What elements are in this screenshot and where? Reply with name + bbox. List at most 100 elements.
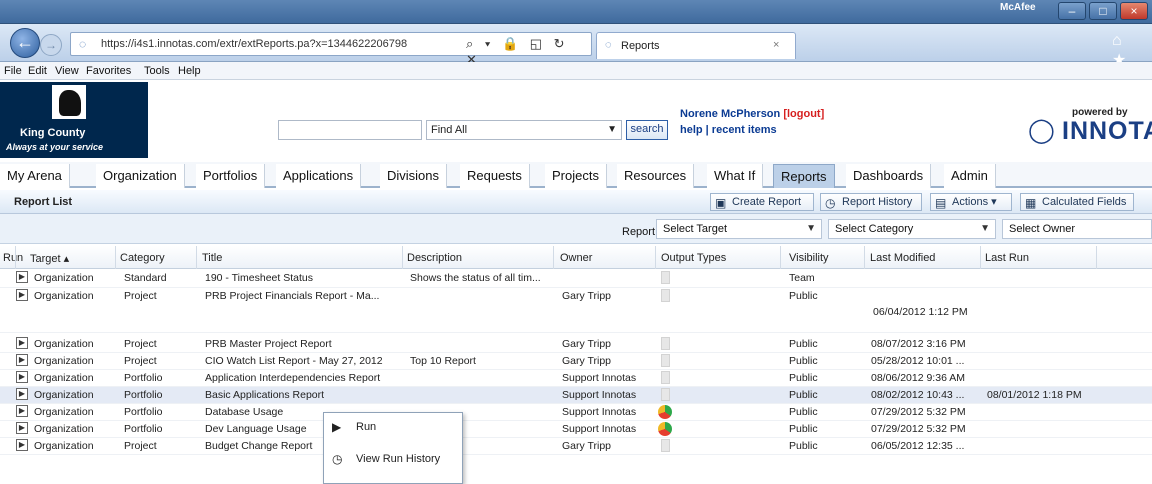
org-tagline: Always at your service xyxy=(6,142,104,152)
search-scope-select[interactable]: Find All ▼ xyxy=(426,120,622,140)
chevron-down-icon: ▼ xyxy=(806,223,816,234)
column-title[interactable]: Title xyxy=(202,252,222,264)
column-owner[interactable]: Owner xyxy=(560,252,592,264)
portrait-icon xyxy=(52,85,86,119)
run-icon[interactable]: ▶ xyxy=(16,271,28,283)
chevron-down-icon: ▼ xyxy=(980,223,990,234)
tab-resources[interactable]: Resources xyxy=(617,164,695,188)
column-target[interactable]: Target ▴ xyxy=(30,252,69,265)
global-search-input[interactable] xyxy=(278,120,422,140)
tab-my-arena[interactable]: My Arena xyxy=(0,164,70,188)
tab-close-icon[interactable]: × xyxy=(773,39,779,51)
table-row[interactable]: ▶ Organization Portfolio Application Int… xyxy=(0,370,1152,387)
table-row[interactable]: ▶ Organization Portfolio Basic Applicati… xyxy=(0,387,1152,404)
title-cell[interactable]: PRB Project Financials Report - Ma... xyxy=(205,290,379,302)
column-run[interactable]: Run xyxy=(3,252,23,264)
table-row[interactable]: ▶ Organization Standard 190 - Timesheet … xyxy=(0,270,1152,288)
chevron-down-icon: ▼ xyxy=(607,124,617,135)
menu-favorites[interactable]: Favorites xyxy=(86,65,131,77)
tab-projects[interactable]: Projects xyxy=(545,164,607,188)
target-cell: Organization xyxy=(34,338,94,350)
report-history-button[interactable]: ◷ Report History xyxy=(820,193,922,211)
mcafee-label: McAfee xyxy=(1000,2,1036,13)
table-row[interactable]: ▶ Organization Project CIO Watch List Re… xyxy=(0,353,1152,370)
help-recent-links[interactable]: help | recent items xyxy=(680,124,777,136)
owner-select[interactable]: Select Owner xyxy=(1002,219,1152,239)
title-cell[interactable]: Database Usage xyxy=(205,406,283,418)
title-cell[interactable]: Application Interdependencies Report xyxy=(205,372,380,384)
target-select[interactable]: Select Target ▼ xyxy=(656,219,822,239)
title-cell[interactable]: Dev Language Usage xyxy=(205,423,307,435)
menu-file[interactable]: File xyxy=(4,65,22,77)
run-icon[interactable]: ▶ xyxy=(16,289,28,301)
table-row[interactable]: ▶ Organization Project PRB Master Projec… xyxy=(0,336,1152,353)
report-icon: ▣ xyxy=(715,196,727,210)
create-report-label: Create Report xyxy=(732,196,802,208)
menu-edit[interactable]: Edit xyxy=(28,65,47,77)
column-visibility[interactable]: Visibility xyxy=(789,252,829,264)
title-cell[interactable]: Basic Applications Report xyxy=(205,389,324,401)
back-button[interactable]: ← xyxy=(10,28,40,58)
title-cell[interactable]: PRB Master Project Report xyxy=(205,338,332,350)
category-select[interactable]: Select Category ▼ xyxy=(828,219,996,239)
run-icon[interactable]: ▶ xyxy=(16,422,28,434)
visibility-cell: Public xyxy=(789,338,818,350)
menu-view[interactable]: View xyxy=(55,65,79,77)
tab-portfolios[interactable]: Portfolios xyxy=(196,164,266,188)
table-row[interactable]: ▶ Organization Portfolio Dev Language Us… xyxy=(0,421,1152,438)
run-icon[interactable]: ▶ xyxy=(16,354,28,366)
target-cell: Organization xyxy=(34,355,94,367)
tab-requests[interactable]: Requests xyxy=(460,164,530,188)
calculated-fields-button[interactable]: ▦ Calculated Fields xyxy=(1020,193,1134,211)
logout-link[interactable]: [logout] xyxy=(783,108,824,120)
tab-title: Reports xyxy=(621,40,660,52)
tab-reports[interactable]: Reports xyxy=(773,164,835,188)
minimize-button[interactable]: – xyxy=(1058,2,1086,20)
table-row[interactable]: ▶ Organization Project Budget Change Rep… xyxy=(0,438,1152,455)
title-cell[interactable]: Budget Change Report xyxy=(205,440,312,452)
search-button[interactable]: search xyxy=(626,120,668,140)
context-history-option[interactable]: ◷ View Run History xyxy=(324,445,464,475)
visibility-cell: Team xyxy=(789,272,815,284)
browser-tab-reports[interactable]: ◌ Reports × xyxy=(596,32,796,59)
menu-help[interactable]: Help xyxy=(178,65,201,77)
owner-cell: Gary Tripp xyxy=(562,338,612,350)
tab-admin[interactable]: Admin xyxy=(944,164,996,188)
category-cell: Portfolio xyxy=(124,372,163,384)
document-output-icon xyxy=(661,271,670,284)
report-history-label: Report History xyxy=(842,196,913,208)
tab-dashboards[interactable]: Dashboards xyxy=(846,164,932,188)
column-output-types[interactable]: Output Types xyxy=(661,252,726,264)
run-icon[interactable]: ▶ xyxy=(16,388,28,400)
tab-what-if[interactable]: What If xyxy=(707,164,764,188)
visibility-cell: Public xyxy=(789,440,818,452)
forward-button[interactable]: → xyxy=(40,34,62,56)
create-report-button[interactable]: ▣ Create Report xyxy=(710,193,814,211)
menu-tools[interactable]: Tools xyxy=(144,65,170,77)
tab-divisions[interactable]: Divisions xyxy=(380,164,448,188)
table-row[interactable]: ▶ Organization Project PRB Project Finan… xyxy=(0,288,1152,333)
column-category[interactable]: Category xyxy=(120,252,165,264)
run-icon[interactable]: ▶ xyxy=(16,439,28,451)
actions-button[interactable]: ▤ Actions ▾ xyxy=(930,193,1012,211)
tab-organization[interactable]: Organization xyxy=(96,164,185,188)
run-icon[interactable]: ▶ xyxy=(16,405,28,417)
context-run-option[interactable]: ▶ Run xyxy=(324,413,464,443)
tab-applications[interactable]: Applications xyxy=(276,164,362,188)
column-description[interactable]: Description xyxy=(407,252,462,264)
calculated-fields-label: Calculated Fields xyxy=(1042,196,1127,208)
run-icon[interactable]: ▶ xyxy=(16,337,28,349)
target-cell: Organization xyxy=(34,440,94,452)
king-county-logo[interactable]: King County Always at your service xyxy=(0,82,148,158)
last-modified-cell: 08/06/2012 9:36 AM xyxy=(871,372,965,384)
close-window-button[interactable]: × xyxy=(1120,2,1148,20)
title-cell[interactable]: 190 - Timesheet Status xyxy=(205,272,313,284)
table-row[interactable]: ▶ Organization Portfolio Database Usage … xyxy=(0,404,1152,421)
maximize-button[interactable]: □ xyxy=(1089,2,1117,20)
title-cell[interactable]: CIO Watch List Report - May 27, 2012 xyxy=(205,355,383,367)
column-last-run[interactable]: Last Run xyxy=(985,252,1029,264)
address-bar[interactable]: ◌ https://i4s1.innotas.com/extr/extRepor… xyxy=(70,32,592,67)
column-last-modified[interactable]: Last Modified xyxy=(870,252,935,264)
run-icon[interactable]: ▶ xyxy=(16,371,28,383)
chart-output-icon xyxy=(658,422,672,436)
